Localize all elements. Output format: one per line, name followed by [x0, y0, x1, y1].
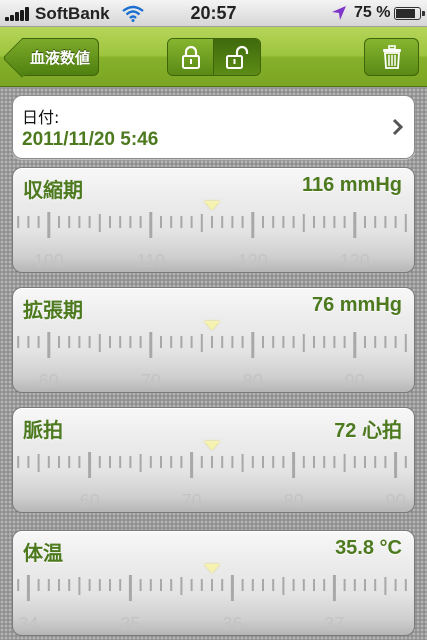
slider-ruler[interactable]: 100 110 120 130: [13, 168, 415, 273]
lock-segmented-control[interactable]: [167, 38, 261, 76]
ruler-tick-label: 37: [324, 614, 344, 634]
location-arrow-icon: [332, 6, 346, 20]
status-bar: SoftBank 20:57 75 %: [0, 0, 427, 27]
pulse-panel[interactable]: 脈拍 72 心拍 60 70 80 90: [12, 407, 415, 513]
ruler-tick-label: 35: [120, 614, 140, 634]
ruler-tick-label: 60: [80, 491, 100, 511]
trash-icon: [382, 45, 401, 69]
ruler-tick-label: 110: [136, 251, 165, 271]
lock-button[interactable]: [168, 39, 215, 75]
ruler-tick-label: 80: [243, 371, 263, 391]
ruler-tick-label: 120: [238, 251, 268, 271]
content-area: 日付: 2011/11/20 5:46 収縮期 116 mmHg 100 110 1…: [0, 88, 427, 640]
ruler-tick-label: 130: [340, 251, 370, 271]
delete-button[interactable]: [364, 38, 419, 76]
back-button-label: 血液数値: [29, 48, 90, 67]
slider-ruler[interactable]: 60 70 80 90: [13, 288, 415, 393]
temperature-panel[interactable]: 体温 35.8 °C 34 35 36 37: [12, 530, 415, 636]
battery-fill: [396, 9, 415, 18]
ruler-tick-label: 100: [34, 251, 64, 271]
ruler-tick-label: 70: [182, 491, 202, 511]
lock-closed-icon: [181, 45, 200, 69]
date-value: 2011/11/20 5:46: [22, 129, 159, 150]
battery-icon: [394, 7, 425, 20]
unlock-button[interactable]: [214, 39, 260, 75]
back-button[interactable]: 血液数値: [22, 38, 99, 76]
ruler-tick-label: 34: [18, 614, 38, 634]
ruler-tick-label: 90: [345, 371, 365, 391]
date-label: 日付:: [22, 108, 60, 127]
slider-ruler[interactable]: 60 70 80 90: [13, 408, 415, 513]
systolic-panel[interactable]: 収縮期 116 mmHg 100 110 120 130: [12, 167, 415, 273]
ruler-tick-label: 36: [222, 614, 242, 634]
ruler-tick-label: 80: [284, 491, 304, 511]
date-row[interactable]: 日付: 2011/11/20 5:46: [12, 95, 415, 159]
diastolic-panel[interactable]: 拡張期 76 mmHg 60 70 80 90: [12, 287, 415, 393]
ruler-tick-label: 90: [386, 491, 406, 511]
navigation-bar: 血液数値: [0, 27, 427, 87]
slider-ruler[interactable]: 34 35 36 37: [13, 531, 415, 636]
ruler-tick-label: 60: [39, 371, 59, 391]
lock-open-icon: [226, 45, 249, 69]
ruler-tick-label: 70: [141, 371, 161, 391]
battery-percent: 75 %: [354, 4, 391, 21]
chevron-right-icon: [392, 118, 404, 136]
